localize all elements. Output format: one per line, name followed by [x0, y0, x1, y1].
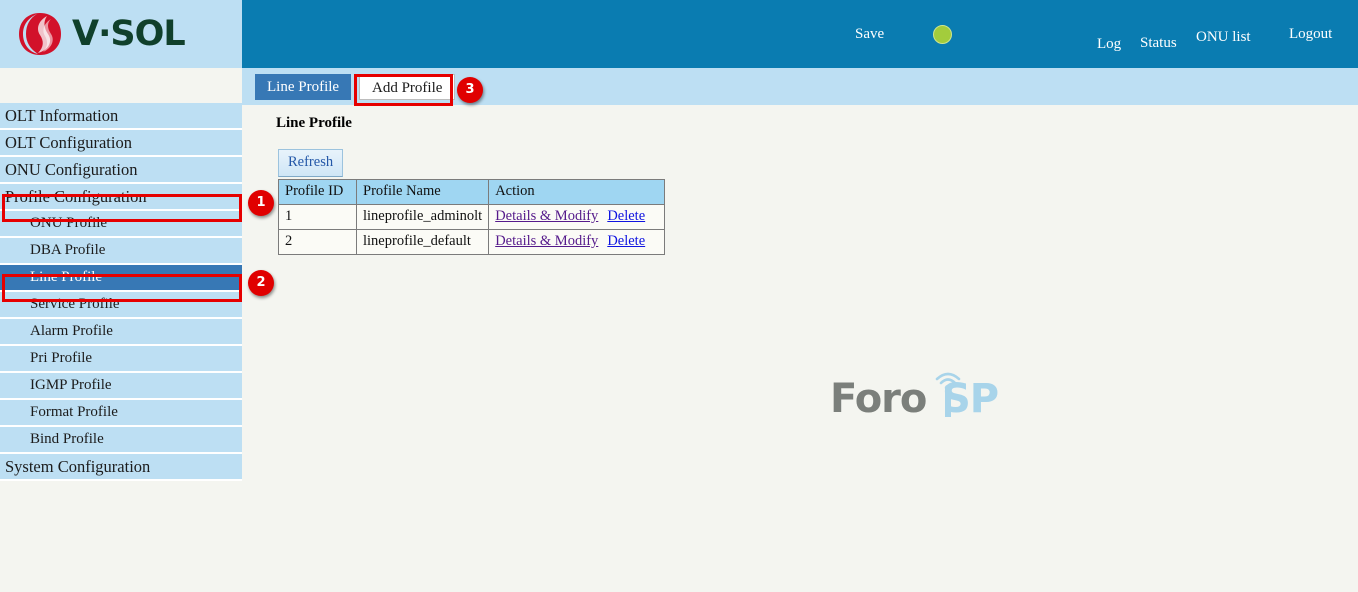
brand-name: V·SOL: [72, 17, 185, 52]
column-header-action: Action: [489, 180, 665, 205]
tab-add-profile[interactable]: Add Profile: [359, 74, 455, 100]
column-header-profile-id: Profile ID: [279, 180, 357, 205]
sidebar-item-service-profile[interactable]: Service Profile: [0, 292, 242, 317]
watermark-text-secondary: SP: [942, 379, 998, 419]
status-dot-icon: [933, 25, 952, 44]
column-header-profile-name: Profile Name: [357, 180, 489, 205]
refresh-button[interactable]: Refresh: [278, 149, 343, 177]
sidebar-item-pri-profile[interactable]: Pri Profile: [0, 346, 242, 371]
status-link[interactable]: Status: [1140, 35, 1177, 52]
cell-profile-id: 1: [279, 205, 357, 230]
sidebar-item-onu-configuration[interactable]: ONU Configuration: [0, 157, 242, 182]
delete-link[interactable]: Delete: [607, 208, 645, 224]
antenna-tower-icon: [931, 367, 965, 417]
details-modify-link[interactable]: Details & Modify: [495, 208, 598, 224]
cell-profile-id: 2: [279, 230, 357, 255]
watermark-text-primary: Foro: [830, 379, 926, 419]
tab-bar: Line Profile Add Profile: [242, 68, 1358, 105]
logout-link[interactable]: Logout: [1289, 26, 1332, 43]
sidebar-item-profile-configuration[interactable]: Profile Configuration: [0, 184, 242, 209]
tab-line-profile[interactable]: Line Profile: [255, 74, 351, 100]
sidebar-item-olt-configuration[interactable]: OLT Configuration: [0, 130, 242, 155]
line-profile-table: Profile ID Profile Name Action 1 linepro…: [278, 179, 665, 255]
sidebar-nav: OLT Information OLT Configuration ONU Co…: [0, 103, 242, 481]
top-header-bar: V·SOL Save Log Status ONU list Logout: [0, 0, 1358, 68]
save-button[interactable]: Save: [855, 26, 884, 43]
onu-list-link[interactable]: ONU list: [1196, 29, 1251, 46]
foroisp-watermark: Foro SP: [830, 367, 1020, 429]
cell-profile-name: lineprofile_default: [357, 230, 489, 255]
sidebar-item-igmp-profile[interactable]: IGMP Profile: [0, 373, 242, 398]
cell-action: Details & Modify Delete: [489, 230, 665, 255]
page-title: Line Profile: [276, 115, 352, 132]
details-modify-link[interactable]: Details & Modify: [495, 233, 598, 249]
log-link[interactable]: Log: [1097, 36, 1121, 53]
brand-logo-panel: V·SOL: [0, 0, 242, 68]
cell-profile-name: lineprofile_adminolt: [357, 205, 489, 230]
sidebar-item-line-profile[interactable]: Line Profile: [0, 265, 242, 290]
table-row: 1 lineprofile_adminolt Details & ModifyD…: [279, 205, 665, 230]
sidebar-item-system-configuration[interactable]: System Configuration: [0, 454, 242, 479]
delete-link[interactable]: Delete: [607, 233, 645, 249]
sidebar-item-dba-profile[interactable]: DBA Profile: [0, 238, 242, 263]
vsol-swirl-logo-icon: [16, 10, 66, 58]
sidebar-item-alarm-profile[interactable]: Alarm Profile: [0, 319, 242, 344]
table-header-row: Profile ID Profile Name Action: [279, 180, 665, 205]
sidebar-item-format-profile[interactable]: Format Profile: [0, 400, 242, 425]
cell-action: Details & Modify Delete: [489, 205, 665, 230]
sidebar-item-onu-profile[interactable]: ONU Profile: [0, 211, 242, 236]
sidebar-item-bind-profile[interactable]: Bind Profile: [0, 427, 242, 452]
sidebar-item-olt-information[interactable]: OLT Information: [0, 103, 242, 128]
table-row: 2 lineprofile_default Details & ModifyDe…: [279, 230, 665, 255]
main-content: Line Profile Refresh Profile ID Profile …: [242, 105, 1358, 592]
